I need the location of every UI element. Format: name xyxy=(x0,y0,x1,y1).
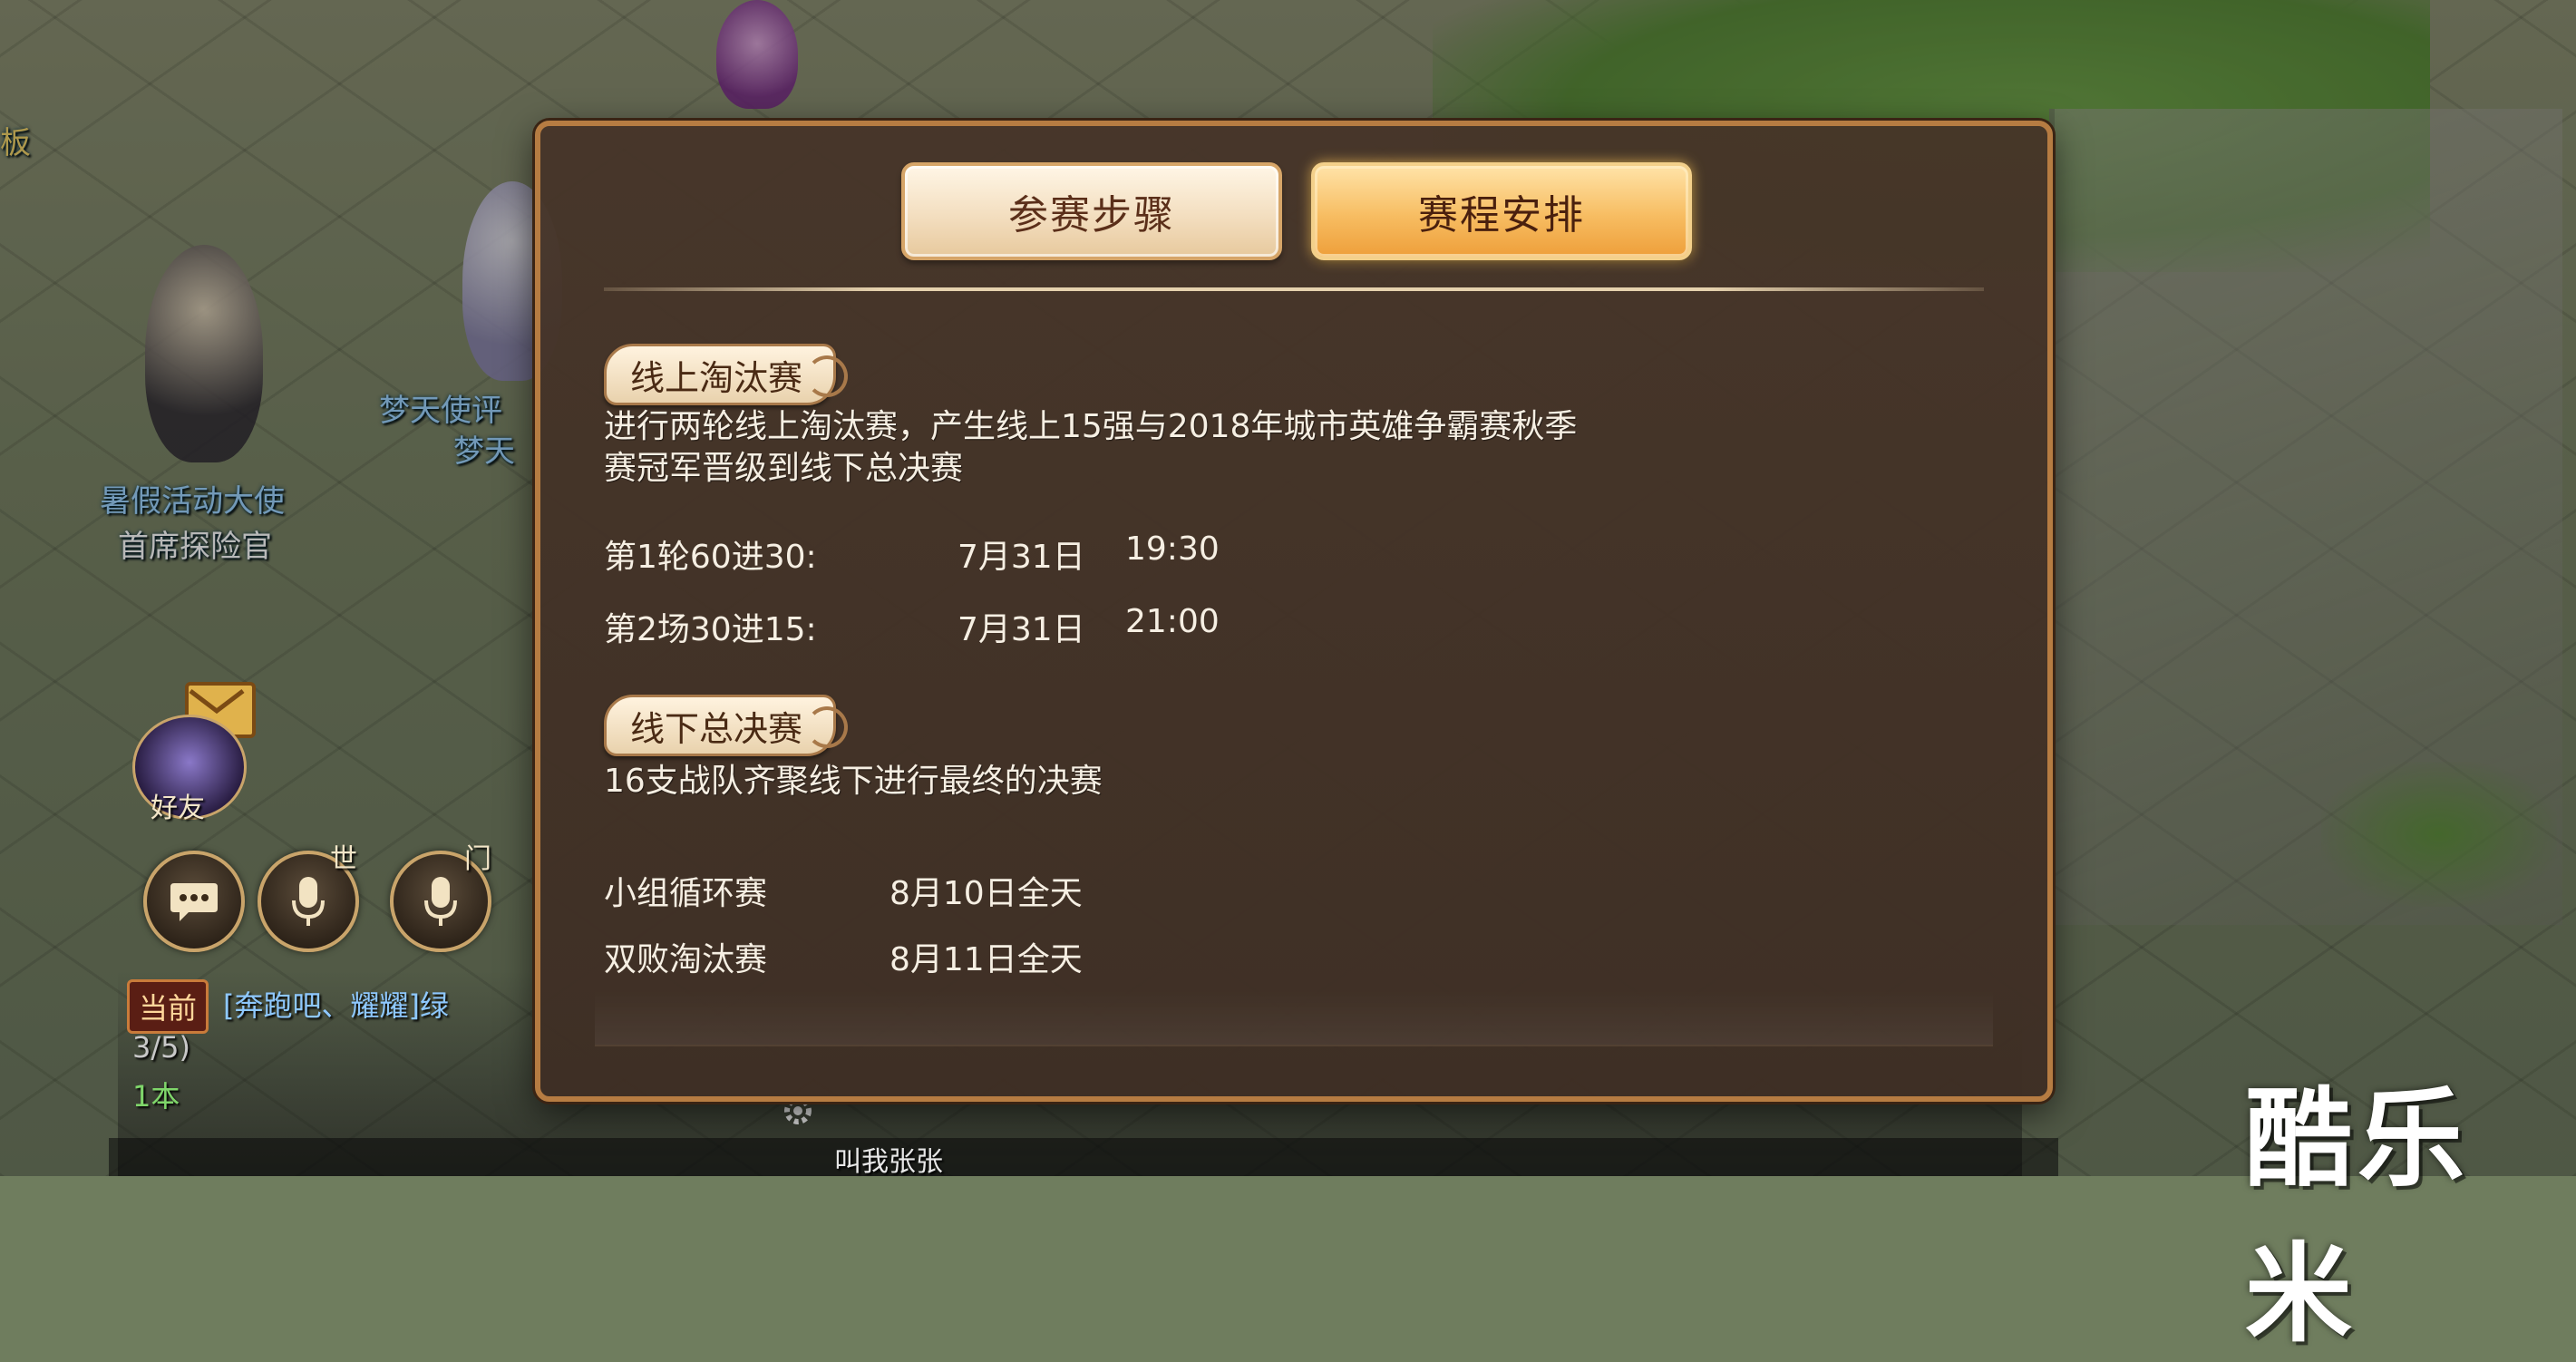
round-2-label: 第2场30进15: xyxy=(604,611,817,648)
badge-curl-ornament xyxy=(806,706,849,748)
section-badge-offline: 线下总决赛 xyxy=(604,695,849,756)
section-title-offline: 线下总决赛 xyxy=(630,708,803,749)
section-title-online: 线上淘汰赛 xyxy=(630,357,803,398)
microphone-icon xyxy=(292,877,325,926)
chat-channel-tag[interactable]: 当前 xyxy=(127,979,209,1034)
group-stage-date: 8月10日全天 xyxy=(889,875,1083,912)
round-1-label: 第1轮60进30: xyxy=(604,539,817,576)
bottom-ticker-bar xyxy=(109,1138,2058,1176)
tab-schedule[interactable]: 赛程安排 xyxy=(1311,162,1692,260)
round-1-date: 7月31日 xyxy=(957,539,1085,576)
sect-channel-label: 门 xyxy=(464,843,491,875)
bottom-ticker-text: 叫我张张 xyxy=(834,1146,943,1178)
double-elim-date: 8月11日全天 xyxy=(889,941,1083,978)
chat-message: 1本 xyxy=(132,1079,180,1114)
section-badge-online: 线上淘汰赛 xyxy=(604,344,849,405)
friends-label: 好友 xyxy=(151,793,205,824)
chat-button[interactable] xyxy=(143,851,245,952)
chat-message: 3/5) xyxy=(132,1030,190,1065)
double-elim-label: 双败淘汰赛 xyxy=(604,941,768,978)
group-stage-label: 小组循环赛 xyxy=(604,875,768,912)
tab-divider xyxy=(604,287,1984,291)
microphone-icon xyxy=(424,877,457,926)
online-description-line1: 进行两轮线上淘汰赛，产生线上15强与2018年城市英雄争霸赛秋季 xyxy=(604,408,1578,445)
watermark-logo: 酷乐米 xyxy=(2245,1076,2471,1357)
online-description-line2: 赛冠军晋级到线下总决赛 xyxy=(604,450,964,487)
tab-entry-steps[interactable]: 参赛步骤 xyxy=(901,162,1282,260)
round-2-date: 7月31日 xyxy=(957,611,1085,648)
round-2-time: 21:00 xyxy=(1125,603,1220,640)
badge-curl-ornament xyxy=(806,355,849,397)
round-1-time: 19:30 xyxy=(1125,530,1220,568)
schedule-dialog: 参赛步骤 赛程安排 线上淘汰赛 进行两轮线上淘汰赛，产生线上15强与2018年城… xyxy=(535,121,2053,1102)
chat-bubble-icon xyxy=(170,883,218,921)
world-channel-label: 世 xyxy=(330,843,357,875)
offline-description: 16支战队齐聚线下进行最终的决赛 xyxy=(604,763,1103,800)
chat-message: [奔跑吧、耀耀]绿 xyxy=(223,988,449,1023)
